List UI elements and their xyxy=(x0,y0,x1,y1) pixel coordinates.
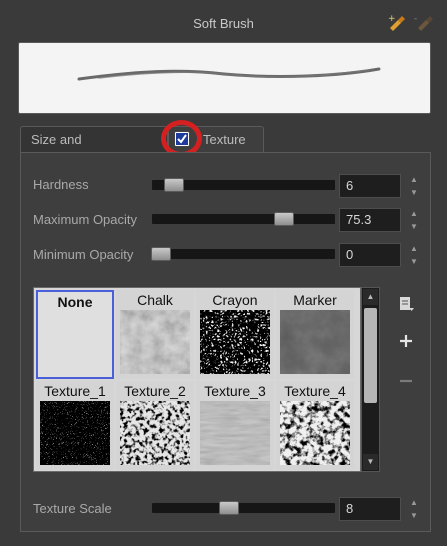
texture-2-swatch xyxy=(120,401,190,465)
texture-scale-label: Texture Scale xyxy=(33,501,112,516)
texture-scale-spinner[interactable]: ▲ ▼ xyxy=(408,496,420,522)
texture-name: Texture_3 xyxy=(204,383,266,399)
texture-cell-texture-4[interactable]: Texture_4 xyxy=(276,381,354,470)
panel-title: Soft Brush xyxy=(193,16,254,31)
texture-library-grid: None Chalk Crayon Marker Texture_1 Textu… xyxy=(33,287,361,472)
min-opacity-spinner[interactable]: ▲ ▼ xyxy=(408,242,420,268)
texture-list-scrollbar[interactable]: ▲ ▼ xyxy=(361,287,380,472)
texture-name: Texture_2 xyxy=(124,383,186,399)
texture-3-swatch xyxy=(200,401,270,465)
min-opacity-slider-handle[interactable] xyxy=(151,247,172,261)
max-opacity-field[interactable]: 75.3 xyxy=(339,208,401,232)
max-opacity-slider-handle[interactable] xyxy=(273,212,294,226)
chalk-swatch xyxy=(120,310,190,374)
texture-scale-slider-handle[interactable] xyxy=(218,501,239,515)
marker-swatch xyxy=(280,310,350,374)
texture-cell-texture-2[interactable]: Texture_2 xyxy=(116,381,194,470)
hardness-label: Hardness xyxy=(33,177,89,192)
texture-cell-crayon[interactable]: Crayon xyxy=(196,290,274,379)
texture-cell-marker[interactable]: Marker xyxy=(276,290,354,379)
brush-stroke-preview xyxy=(18,42,431,114)
texture-name: Chalk xyxy=(137,292,173,308)
min-opacity-label: Minimum Opacity xyxy=(33,247,134,262)
brush-add-icon[interactable]: + xyxy=(386,12,408,32)
hardness-spinner[interactable]: ▲ ▼ xyxy=(408,173,420,199)
hardness-field[interactable]: 6 xyxy=(339,174,401,198)
min-opacity-field[interactable]: 0 xyxy=(339,243,401,267)
scroll-down-arrow-icon[interactable]: ▼ xyxy=(363,454,378,470)
texture-menu-icon[interactable] xyxy=(397,295,415,313)
texture-name: None xyxy=(57,294,93,310)
texture-name: Marker xyxy=(293,292,337,308)
texture-cell-none[interactable]: None xyxy=(36,290,114,379)
svg-text:+: + xyxy=(388,14,396,24)
tab-texture-label: Texture xyxy=(203,132,246,147)
scrollbar-thumb[interactable] xyxy=(364,308,377,403)
texture-name: Crayon xyxy=(212,292,258,308)
texture-cell-texture-1[interactable]: Texture_1 xyxy=(36,381,114,470)
texture-scale-field[interactable]: 8 xyxy=(339,497,401,521)
texture-cell-texture-3[interactable]: Texture_3 xyxy=(196,381,274,470)
max-opacity-slider[interactable] xyxy=(152,212,335,226)
texture-cell-chalk[interactable]: Chalk xyxy=(116,290,194,379)
remove-texture-icon[interactable] xyxy=(397,372,415,390)
texture-name: Texture_1 xyxy=(44,383,106,399)
texture-name: Texture_4 xyxy=(284,383,346,399)
hardness-slider-handle[interactable] xyxy=(163,178,184,192)
scroll-up-arrow-icon[interactable]: ▲ xyxy=(363,289,378,305)
add-texture-icon[interactable] xyxy=(397,332,415,350)
soft-brush-panel: Soft Brush + - Size and Smoothness Textu… xyxy=(0,0,447,546)
texture-4-swatch xyxy=(280,401,350,465)
tab-size-and-smoothness[interactable]: Size and Smoothness xyxy=(20,126,168,172)
svg-text:-: - xyxy=(414,14,417,24)
max-opacity-spinner[interactable]: ▲ ▼ xyxy=(408,207,420,233)
crayon-swatch xyxy=(200,310,270,374)
hardness-slider[interactable] xyxy=(152,178,335,192)
min-opacity-slider[interactable] xyxy=(151,247,335,261)
texture-1-swatch xyxy=(40,401,110,465)
texture-scale-slider[interactable] xyxy=(152,501,335,515)
max-opacity-label: Maximum Opacity xyxy=(33,212,138,227)
brush-delete-icon[interactable]: - xyxy=(412,12,434,32)
